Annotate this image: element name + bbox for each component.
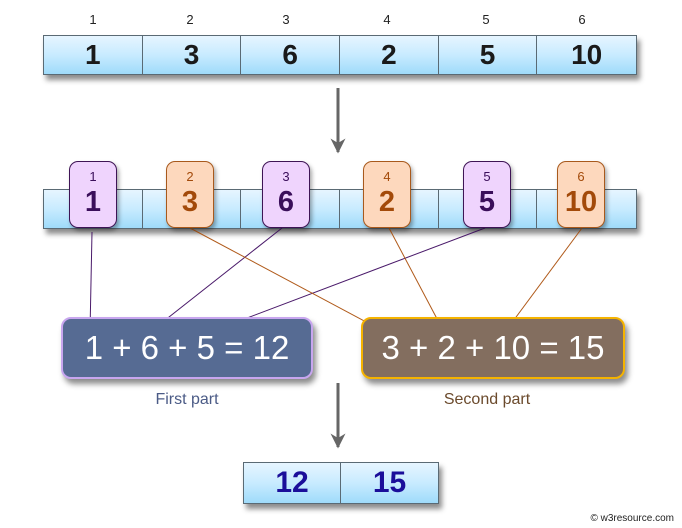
second-part-caption: Second part bbox=[443, 391, 531, 408]
connector-lines bbox=[87, 88, 583, 449]
element-card: 3 6 bbox=[262, 161, 310, 228]
first-part-caption: First part bbox=[155, 391, 219, 408]
result-cell: 15 bbox=[341, 463, 438, 503]
card-index: 1 bbox=[89, 169, 97, 184]
card-index: 6 bbox=[577, 169, 585, 184]
card-index: 2 bbox=[186, 169, 194, 184]
card-value: 3 bbox=[181, 186, 199, 218]
element-card: 5 5 bbox=[463, 161, 511, 228]
card-value: 10 bbox=[564, 186, 598, 218]
watermark: © w3resource.com bbox=[590, 513, 674, 524]
element-card: 1 1 bbox=[69, 161, 117, 228]
card-index: 4 bbox=[383, 169, 391, 184]
card-index: 3 bbox=[282, 169, 290, 184]
second-part-sum: 3 + 2 + 10 = 15 bbox=[361, 317, 625, 379]
element-card: 2 3 bbox=[166, 161, 214, 228]
result-cell: 12 bbox=[244, 463, 341, 503]
first-part-sum: 1 + 6 + 5 = 12 bbox=[61, 317, 313, 379]
result-array: 12 15 bbox=[243, 462, 439, 504]
element-card: 4 2 bbox=[363, 161, 411, 228]
card-value: 2 bbox=[378, 186, 396, 218]
card-value: 6 bbox=[277, 186, 295, 218]
card-index: 5 bbox=[483, 169, 491, 184]
card-value: 5 bbox=[478, 186, 496, 218]
card-value: 1 bbox=[84, 186, 102, 218]
element-card: 6 10 bbox=[557, 161, 605, 228]
